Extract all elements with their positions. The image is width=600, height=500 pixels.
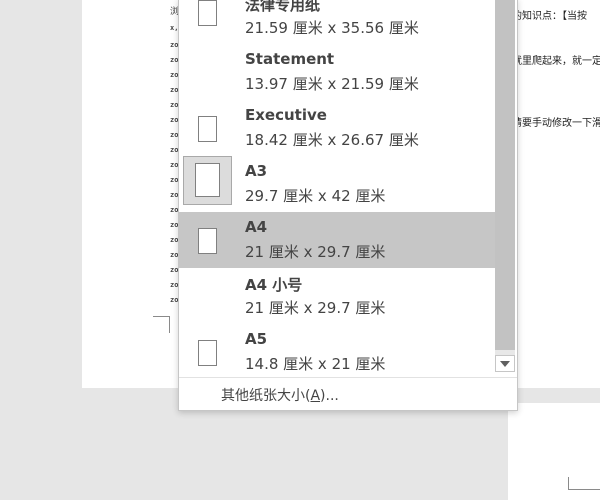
paper-size-dimensions: 29.7 厘米 x 42 厘米 [245,187,386,205]
page-thumbnail-icon [198,228,217,254]
page-thumbnail-icon [198,116,217,142]
document-text-line: 的知识点：【当按 [512,11,587,22]
paper-size-option[interactable]: A5 14.8 厘米 x 21 厘米 [179,324,495,380]
paper-size-name: A5 [245,330,268,348]
more-paper-sizes-ellipsis: )... [320,388,339,404]
paper-size-name: A4 [245,218,268,236]
more-paper-sizes-label: 其他纸张大小( [221,388,311,404]
paper-size-name: Executive [245,106,327,124]
scroll-down-button[interactable] [495,355,515,372]
more-paper-sizes-button[interactable]: 其他纸张大小(A)... [221,385,339,405]
page-thumbnail-icon [195,163,220,197]
margin-corner-marker [153,316,170,333]
document-text-line: 请要手动修改一下滑 [512,118,600,129]
page-thumbnail-icon [198,340,217,366]
hovered-thumbnail-frame [183,156,232,205]
paper-size-option[interactable]: A4 小号 21 厘米 x 29.7 厘米 [179,268,495,324]
paper-size-option-selected[interactable]: A4 21 厘米 x 29.7 厘米 [179,212,495,268]
paper-size-dimensions: 21.59 厘米 x 35.56 厘米 [245,19,419,37]
page-thumbnail-icon [198,0,217,26]
chevron-down-icon [500,360,510,367]
margin-corner-marker [568,477,600,490]
paper-size-dimensions: 21 厘米 x 29.7 厘米 [245,243,386,261]
document-text-line: 就里爬起来，就一定 [512,56,600,67]
paper-size-name: A3 [245,162,268,180]
menu-divider [179,377,517,378]
paper-size-option[interactable]: Statement 13.97 厘米 x 21.59 厘米 [179,44,495,100]
paper-size-dimensions: 13.97 厘米 x 21.59 厘米 [245,75,419,93]
more-paper-sizes-accesskey: A [310,388,321,404]
paper-size-option[interactable]: Executive 18.42 厘米 x 26.67 厘米 [179,100,495,156]
paper-size-option[interactable]: 法律专用纸 21.59 厘米 x 35.56 厘米 [179,0,495,44]
paper-size-name: Statement [245,50,335,68]
paper-size-dimensions: 18.42 厘米 x 26.67 厘米 [245,131,419,149]
paper-size-dimensions: 14.8 厘米 x 21 厘米 [245,355,386,373]
paper-size-dropdown: 法律专用纸 21.59 厘米 x 35.56 厘米 Statement 13.9… [178,0,518,411]
scrollbar-thumb[interactable] [495,0,515,350]
paper-size-name: A4 小号 [245,276,303,294]
paper-size-dimensions: 21 厘米 x 29.7 厘米 [245,299,386,317]
paper-size-name: 法律专用纸 [245,0,321,14]
